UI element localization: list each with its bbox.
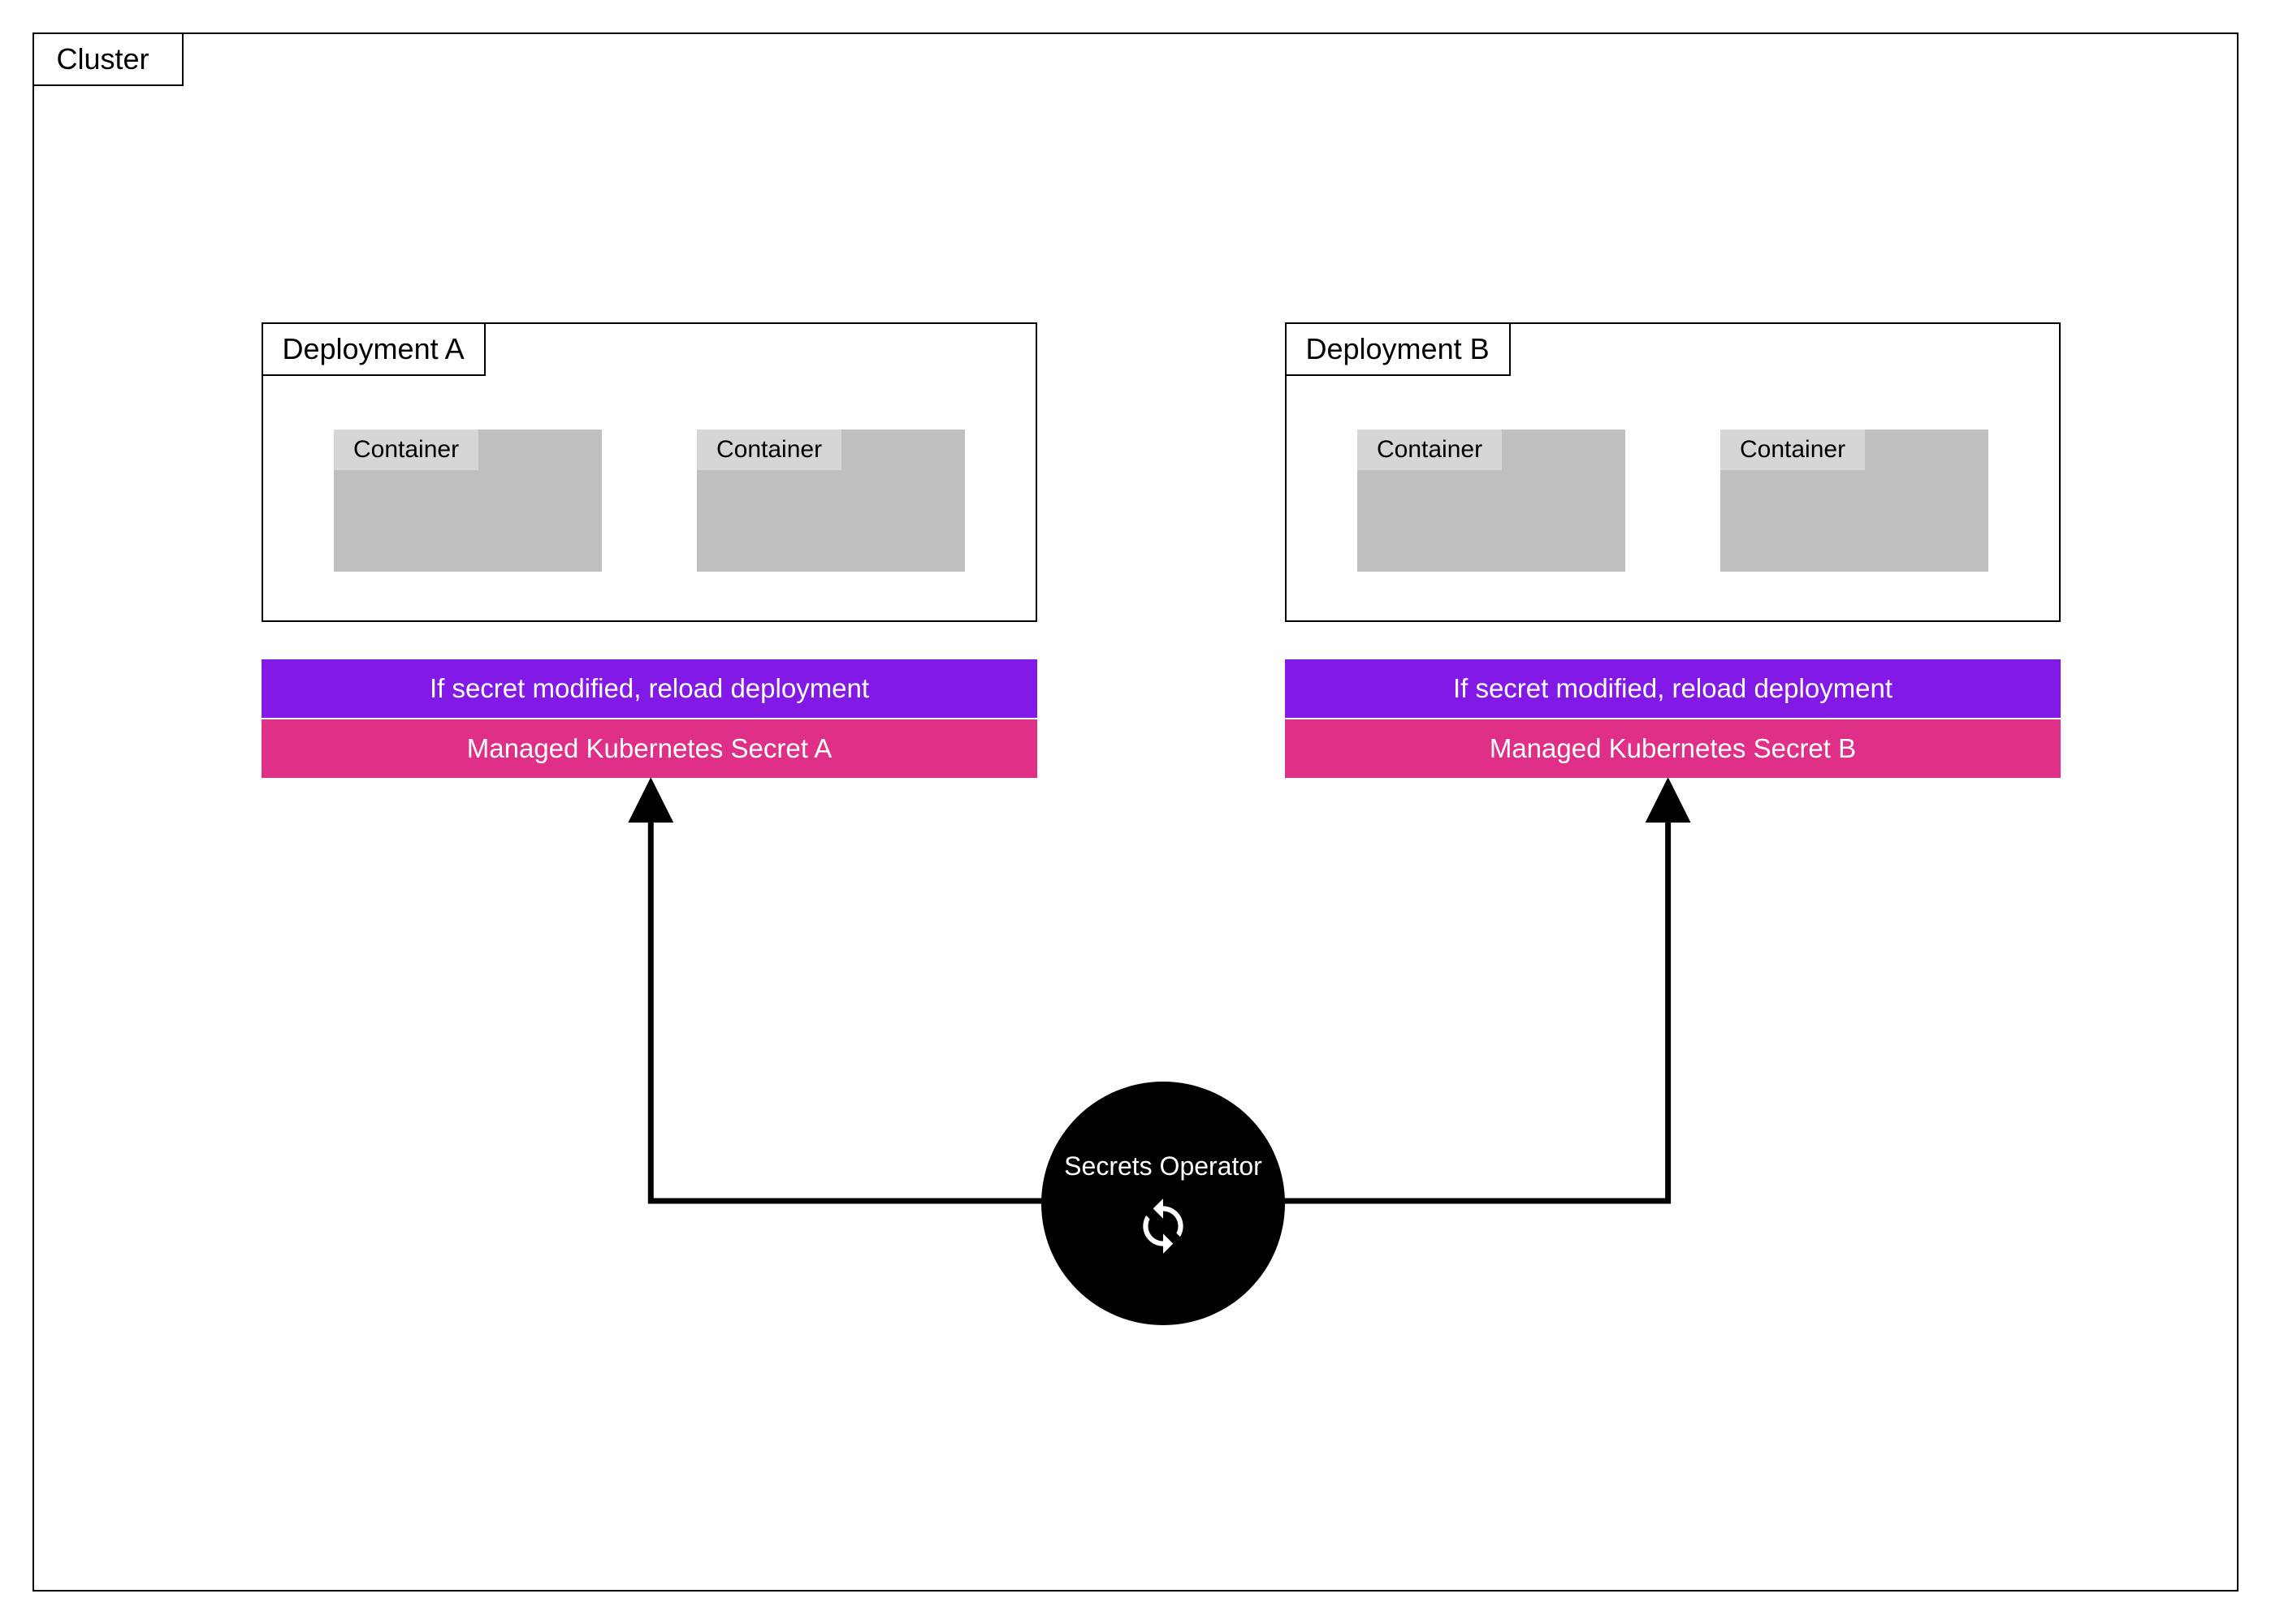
secret-bar-b-text: Managed Kubernetes Secret B xyxy=(1490,733,1856,764)
container-label: Container xyxy=(697,430,841,470)
secrets-operator: Secrets Operator xyxy=(1041,1082,1285,1325)
secret-bar-b: Managed Kubernetes Secret B xyxy=(1285,719,2061,778)
reload-bar-b: If secret modified, reload deployment xyxy=(1285,659,2061,718)
container-label: Container xyxy=(1720,430,1865,470)
reload-bar-a-text: If secret modified, reload deployment xyxy=(430,673,869,704)
reload-bar-a: If secret modified, reload deployment xyxy=(262,659,1037,718)
container-box: Container xyxy=(1357,430,1625,572)
deployment-a: Deployment A Container Container xyxy=(262,322,1037,622)
container-label: Container xyxy=(1357,430,1502,470)
deployment-a-label: Deployment A xyxy=(262,322,486,376)
sync-icon xyxy=(1133,1196,1193,1256)
secret-bar-a-text: Managed Kubernetes Secret A xyxy=(467,733,832,764)
deployment-b-label: Deployment B xyxy=(1285,322,1511,376)
container-box: Container xyxy=(697,430,965,572)
reload-bar-b-text: If secret modified, reload deployment xyxy=(1453,673,1892,704)
secrets-operator-label: Secrets Operator xyxy=(1064,1151,1262,1181)
container-box: Container xyxy=(1720,430,1988,572)
container-box: Container xyxy=(334,430,602,572)
container-label: Container xyxy=(334,430,478,470)
secret-bar-a: Managed Kubernetes Secret A xyxy=(262,719,1037,778)
cluster-box: Cluster Deployment A Container Container… xyxy=(32,32,2239,1592)
cluster-label: Cluster xyxy=(32,32,184,86)
arrows xyxy=(34,34,2237,1590)
deployment-b: Deployment B Container Container xyxy=(1285,322,2061,622)
